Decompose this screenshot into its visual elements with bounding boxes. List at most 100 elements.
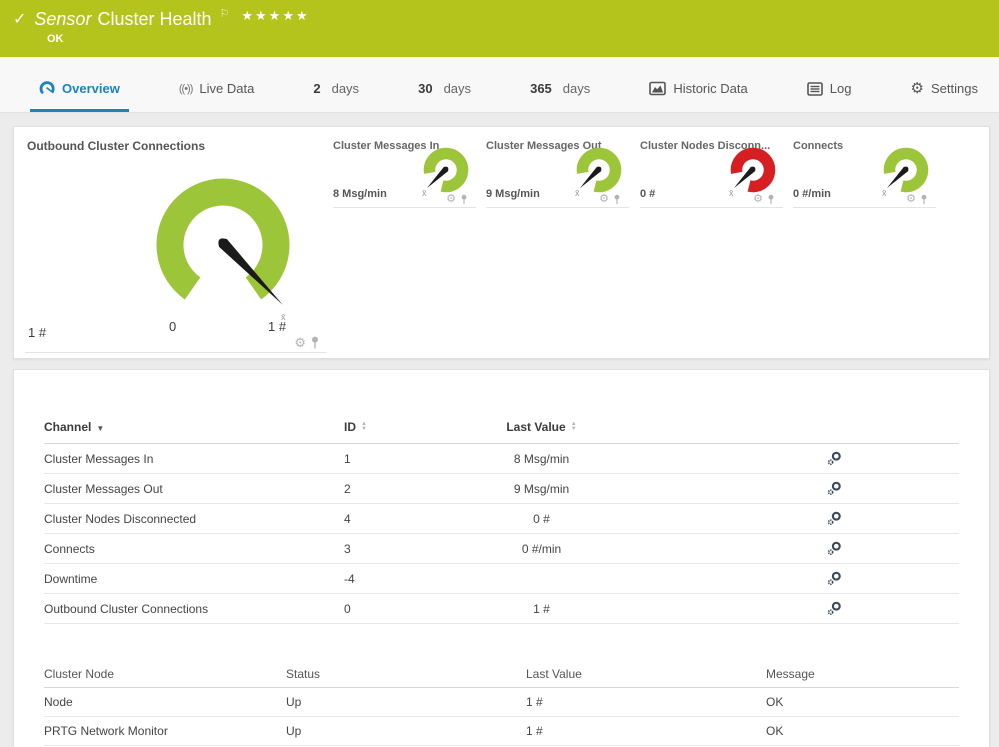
sensor-header: ✓ Sensor Cluster Health ⚐ ★★★★★ OK — [0, 0, 999, 57]
gauge-settings-gear-icon[interactable]: ⚙ — [446, 193, 456, 205]
status-check-icon: ✓ — [13, 9, 26, 29]
priority-stars[interactable]: ★★★★★ — [241, 8, 309, 24]
node-table-body: Node Up 1 # OK PRTG Network Monitor Up 1… — [44, 688, 959, 746]
tab-historic-data[interactable]: Historic Data — [640, 81, 756, 112]
tab-2-days[interactable]: 2 days — [304, 81, 368, 112]
historic-chart-icon — [649, 81, 666, 96]
channel-name-cell: Outbound Cluster Connections — [44, 602, 344, 616]
gauge-settings-gear-icon[interactable]: ⚙ — [599, 193, 609, 205]
tab-label: Log — [830, 81, 852, 96]
channel-name-cell: Cluster Messages In — [44, 452, 344, 466]
gauge-settings-gear-icon[interactable]: ⚙ — [753, 193, 763, 205]
average-marker: x̄ — [729, 188, 734, 198]
table-row[interactable]: PRTG Network Monitor Up 1 # OK — [44, 717, 959, 746]
gauge-icon — [39, 80, 55, 96]
tab-log[interactable]: Log — [798, 81, 861, 112]
gear-icon: ⚙ — [911, 82, 924, 96]
pin-icon[interactable] — [460, 194, 468, 205]
node-name-cell: PRTG Network Monitor — [44, 724, 286, 738]
tab-label: Historic Data — [673, 81, 747, 96]
channel-name-cell: Cluster Messages Out — [44, 482, 344, 496]
column-header-last-value[interactable]: Last Value▲▼ — [434, 420, 649, 434]
channel-id-cell: 0 — [344, 602, 434, 616]
zoom-channel-icon[interactable] — [827, 481, 842, 496]
pin-icon[interactable] — [767, 194, 775, 205]
tab-365-days[interactable]: 365 days — [521, 81, 599, 112]
gauge-current-value: 0 #/min — [793, 188, 831, 200]
status-badge: OK — [47, 33, 999, 45]
channel-name-cell: Cluster Nodes Disconnected — [44, 512, 344, 526]
table-row[interactable]: Cluster Messages Out 2 9 Msg/min — [44, 474, 959, 504]
gauge-settings-gear-icon[interactable]: ⚙ — [906, 193, 916, 205]
tab-label: Settings — [931, 81, 978, 96]
gauge-settings-gear-icon[interactable]: ⚙ — [294, 337, 306, 349]
tab-overview[interactable]: Overview — [30, 80, 129, 112]
table-row[interactable]: Outbound Cluster Connections 0 1 # — [44, 594, 959, 624]
gauges-panel: Outbound Cluster Connections x̄ 1 # 0 1 … — [13, 126, 990, 359]
sensor-type-label: Sensor — [34, 7, 91, 31]
flag-icon[interactable]: ⚐ — [220, 7, 230, 20]
channel-id-cell: 2 — [344, 482, 434, 496]
average-marker: x̄ — [575, 188, 580, 198]
sort-icon: ▲▼ — [571, 422, 577, 432]
gauge-cluster-nodes-disconnected[interactable]: Cluster Nodes Disconn... x̄ 0 # ⚙ — [640, 140, 783, 208]
content-area: Outbound Cluster Connections x̄ 1 # 0 1 … — [0, 113, 999, 747]
tab-30-days[interactable]: 30 days — [409, 81, 480, 112]
channel-id-cell: 1 — [344, 452, 434, 466]
channel-last-value-cell: 9 Msg/min — [434, 482, 649, 496]
gauge-max-label: 1 # — [268, 319, 286, 334]
gauge-cluster-messages-in[interactable]: Cluster Messages In x̄ 8 Msg/min ⚙ — [333, 140, 476, 208]
node-name-cell: Node — [44, 695, 286, 709]
pin-icon[interactable] — [920, 194, 928, 205]
tab-settings[interactable]: ⚙ Settings — [902, 81, 987, 112]
zoom-channel-icon[interactable] — [827, 451, 842, 466]
node-last-value-cell: 1 # — [526, 724, 766, 738]
tables-panel: Channel▼ ID▲▼ Last Value▲▼ Cluster Messa… — [13, 369, 990, 747]
channel-id-cell: -4 — [344, 572, 434, 586]
gauge-current-value: 9 Msg/min — [486, 188, 540, 200]
page-title: Cluster Health — [97, 7, 211, 31]
column-header-last-value: Last Value — [526, 667, 766, 681]
sort-icon: ▲▼ — [361, 422, 367, 432]
column-header-status: Status — [286, 667, 526, 681]
gauge-current-value: 0 # — [640, 188, 655, 200]
channel-last-value-cell: 0 #/min — [434, 542, 649, 556]
zoom-channel-icon[interactable] — [827, 511, 842, 526]
table-row[interactable]: Cluster Messages In 1 8 Msg/min — [44, 444, 959, 474]
zoom-channel-icon[interactable] — [827, 541, 842, 556]
channel-table: Channel▼ ID▲▼ Last Value▲▼ Cluster Messa… — [44, 410, 959, 624]
channel-last-value-cell: 8 Msg/min — [434, 452, 649, 466]
tab-label: days — [444, 81, 471, 96]
node-status-cell: Up — [286, 695, 526, 709]
pin-icon[interactable] — [613, 194, 621, 205]
node-status-cell: Up — [286, 724, 526, 738]
gauge-cluster-messages-out[interactable]: Cluster Messages Out x̄ 9 Msg/min ⚙ — [486, 140, 629, 208]
column-header-id[interactable]: ID▲▼ — [344, 420, 434, 434]
average-marker: x̄ — [882, 188, 887, 198]
log-icon — [807, 82, 823, 96]
tab-number: 30 — [418, 81, 432, 96]
tab-label: days — [563, 81, 590, 96]
channel-id-cell: 3 — [344, 542, 434, 556]
table-row[interactable]: Node Up 1 # OK — [44, 688, 959, 717]
pin-icon[interactable] — [310, 336, 320, 349]
gauge-current-value: 1 # — [28, 325, 46, 340]
table-row[interactable]: Downtime -4 — [44, 564, 959, 594]
table-row[interactable]: Cluster Nodes Disconnected 4 0 # — [44, 504, 959, 534]
column-header-message: Message — [766, 667, 959, 681]
sort-desc-icon: ▼ — [96, 424, 104, 433]
table-row[interactable]: Connects 3 0 #/min — [44, 534, 959, 564]
node-message-cell: OK — [766, 724, 959, 738]
tab-bar: Overview ((•)) Live Data 2 days 30 days … — [0, 57, 999, 113]
tab-live-data[interactable]: ((•)) Live Data — [170, 81, 263, 112]
zoom-channel-icon[interactable] — [827, 571, 842, 586]
column-header-channel[interactable]: Channel▼ — [44, 420, 344, 434]
tab-label: Overview — [62, 81, 120, 96]
gauge-outbound-cluster-connections[interactable]: Outbound Cluster Connections x̄ 1 # 0 1 … — [25, 135, 326, 353]
tab-number: 365 — [530, 81, 552, 96]
zoom-channel-icon[interactable] — [827, 601, 842, 616]
tab-label: days — [332, 81, 359, 96]
channel-last-value-cell: 0 # — [434, 512, 649, 526]
gauge-connects[interactable]: Connects x̄ 0 #/min ⚙ — [793, 140, 936, 208]
node-table-header: Cluster Node Status Last Value Message — [44, 660, 959, 688]
